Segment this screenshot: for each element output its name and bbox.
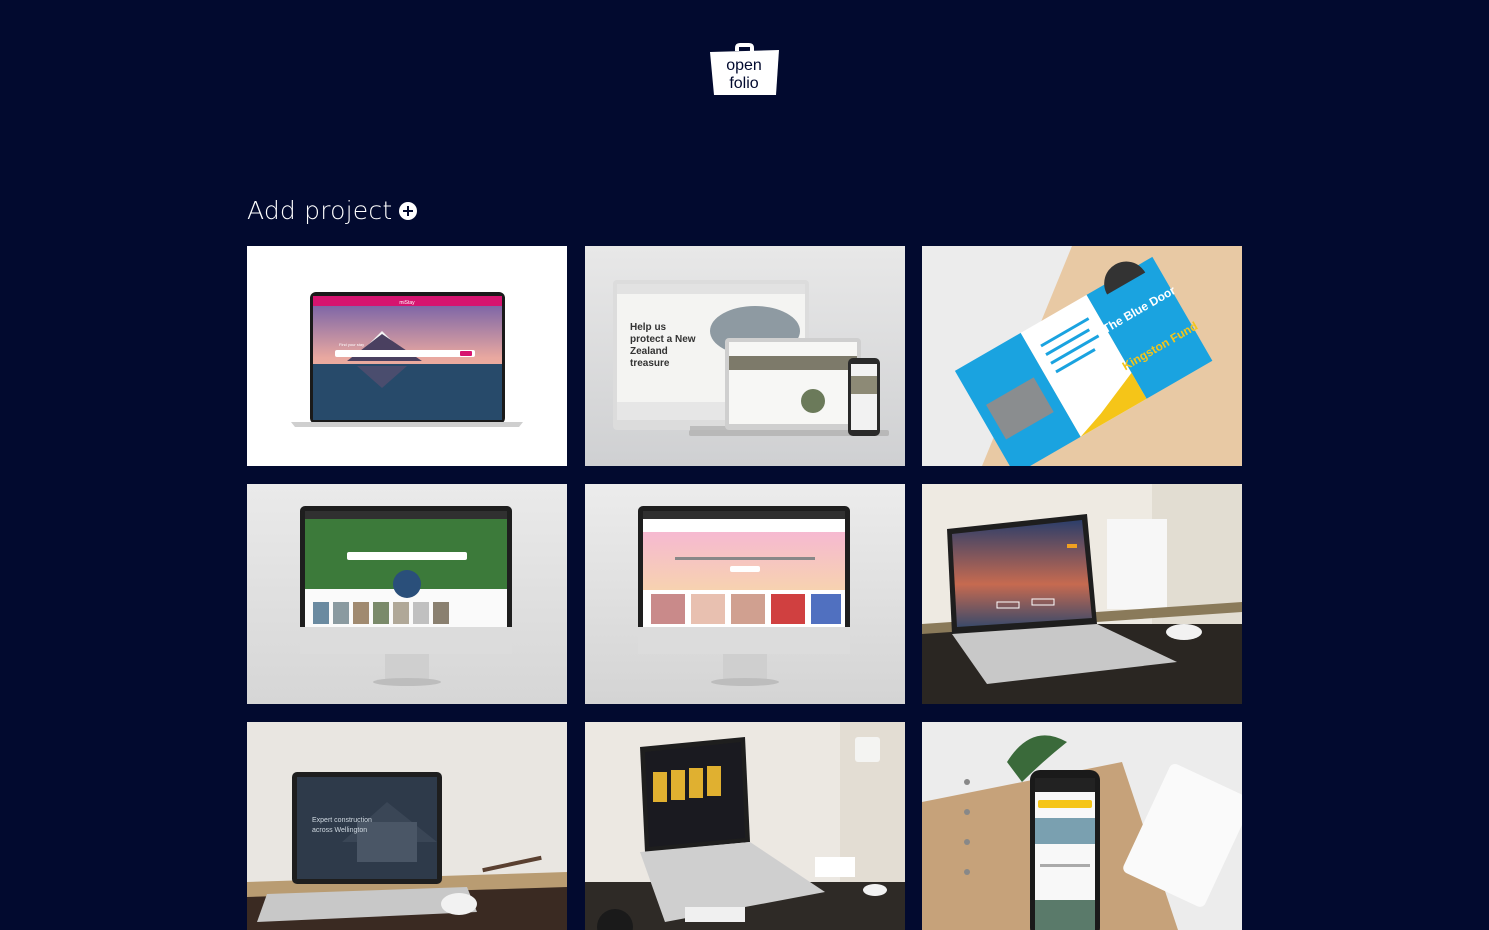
project-card-construction[interactable]: Expert construction across Wellington	[247, 722, 567, 930]
openfolio-logo[interactable]: open folio	[708, 42, 781, 96]
project-card-ecommerce[interactable]	[584, 722, 905, 930]
svg-text:treasure: treasure	[630, 358, 670, 369]
briefcase-logo-icon: open folio	[710, 43, 779, 95]
project-card-mobile-app[interactable]	[922, 722, 1242, 930]
phone-mockup-thumbnail	[922, 722, 1242, 930]
multi-device-mockup-thumbnail: Help us protect a New Zealand treasure	[584, 246, 905, 466]
imac-mockup-thumbnail	[247, 484, 567, 704]
brochure-mockup-thumbnail: The Blue Door Kingston Fund	[922, 246, 1242, 466]
add-project-button[interactable]: Add project	[247, 193, 418, 227]
imac-mockup-thumbnail	[584, 484, 905, 704]
project-card-surfing[interactable]	[922, 484, 1242, 704]
laptop-desk-mockup-thumbnail: Expert construction across Wellington	[247, 722, 567, 930]
laptop-desk-mockup-thumbnail	[584, 722, 905, 930]
svg-text:Help us: Help us	[630, 322, 667, 333]
svg-text:Find your stay: Find your stay	[339, 342, 364, 347]
add-project-label: Add project	[247, 195, 393, 225]
svg-text:open: open	[726, 57, 762, 74]
project-card-mistay[interactable]: miStay Find your stay	[247, 246, 567, 466]
svg-text:protect a New: protect a New	[630, 334, 696, 345]
laptop-desk-mockup-thumbnail	[922, 484, 1242, 704]
plus-circle-icon[interactable]	[399, 202, 418, 220]
project-card-nail-studio[interactable]	[584, 484, 905, 704]
project-card-kingston-fund[interactable]: The Blue Door Kingston Fund	[922, 246, 1242, 466]
svg-text:folio: folio	[729, 75, 758, 92]
svg-text:miStay: miStay	[399, 300, 415, 306]
svg-text:across Wellington: across Wellington	[312, 827, 367, 834]
laptop-mockup-thumbnail: miStay Find your stay	[247, 246, 567, 466]
svg-text:Expert construction: Expert construction	[312, 817, 372, 824]
project-grid: miStay Find your stay Help us protect a …	[247, 246, 1242, 930]
svg-text:Zealand: Zealand	[630, 346, 668, 357]
project-card-conservation[interactable]: Help us protect a New Zealand treasure	[584, 246, 905, 466]
project-card-scenic-travel[interactable]	[247, 484, 567, 704]
